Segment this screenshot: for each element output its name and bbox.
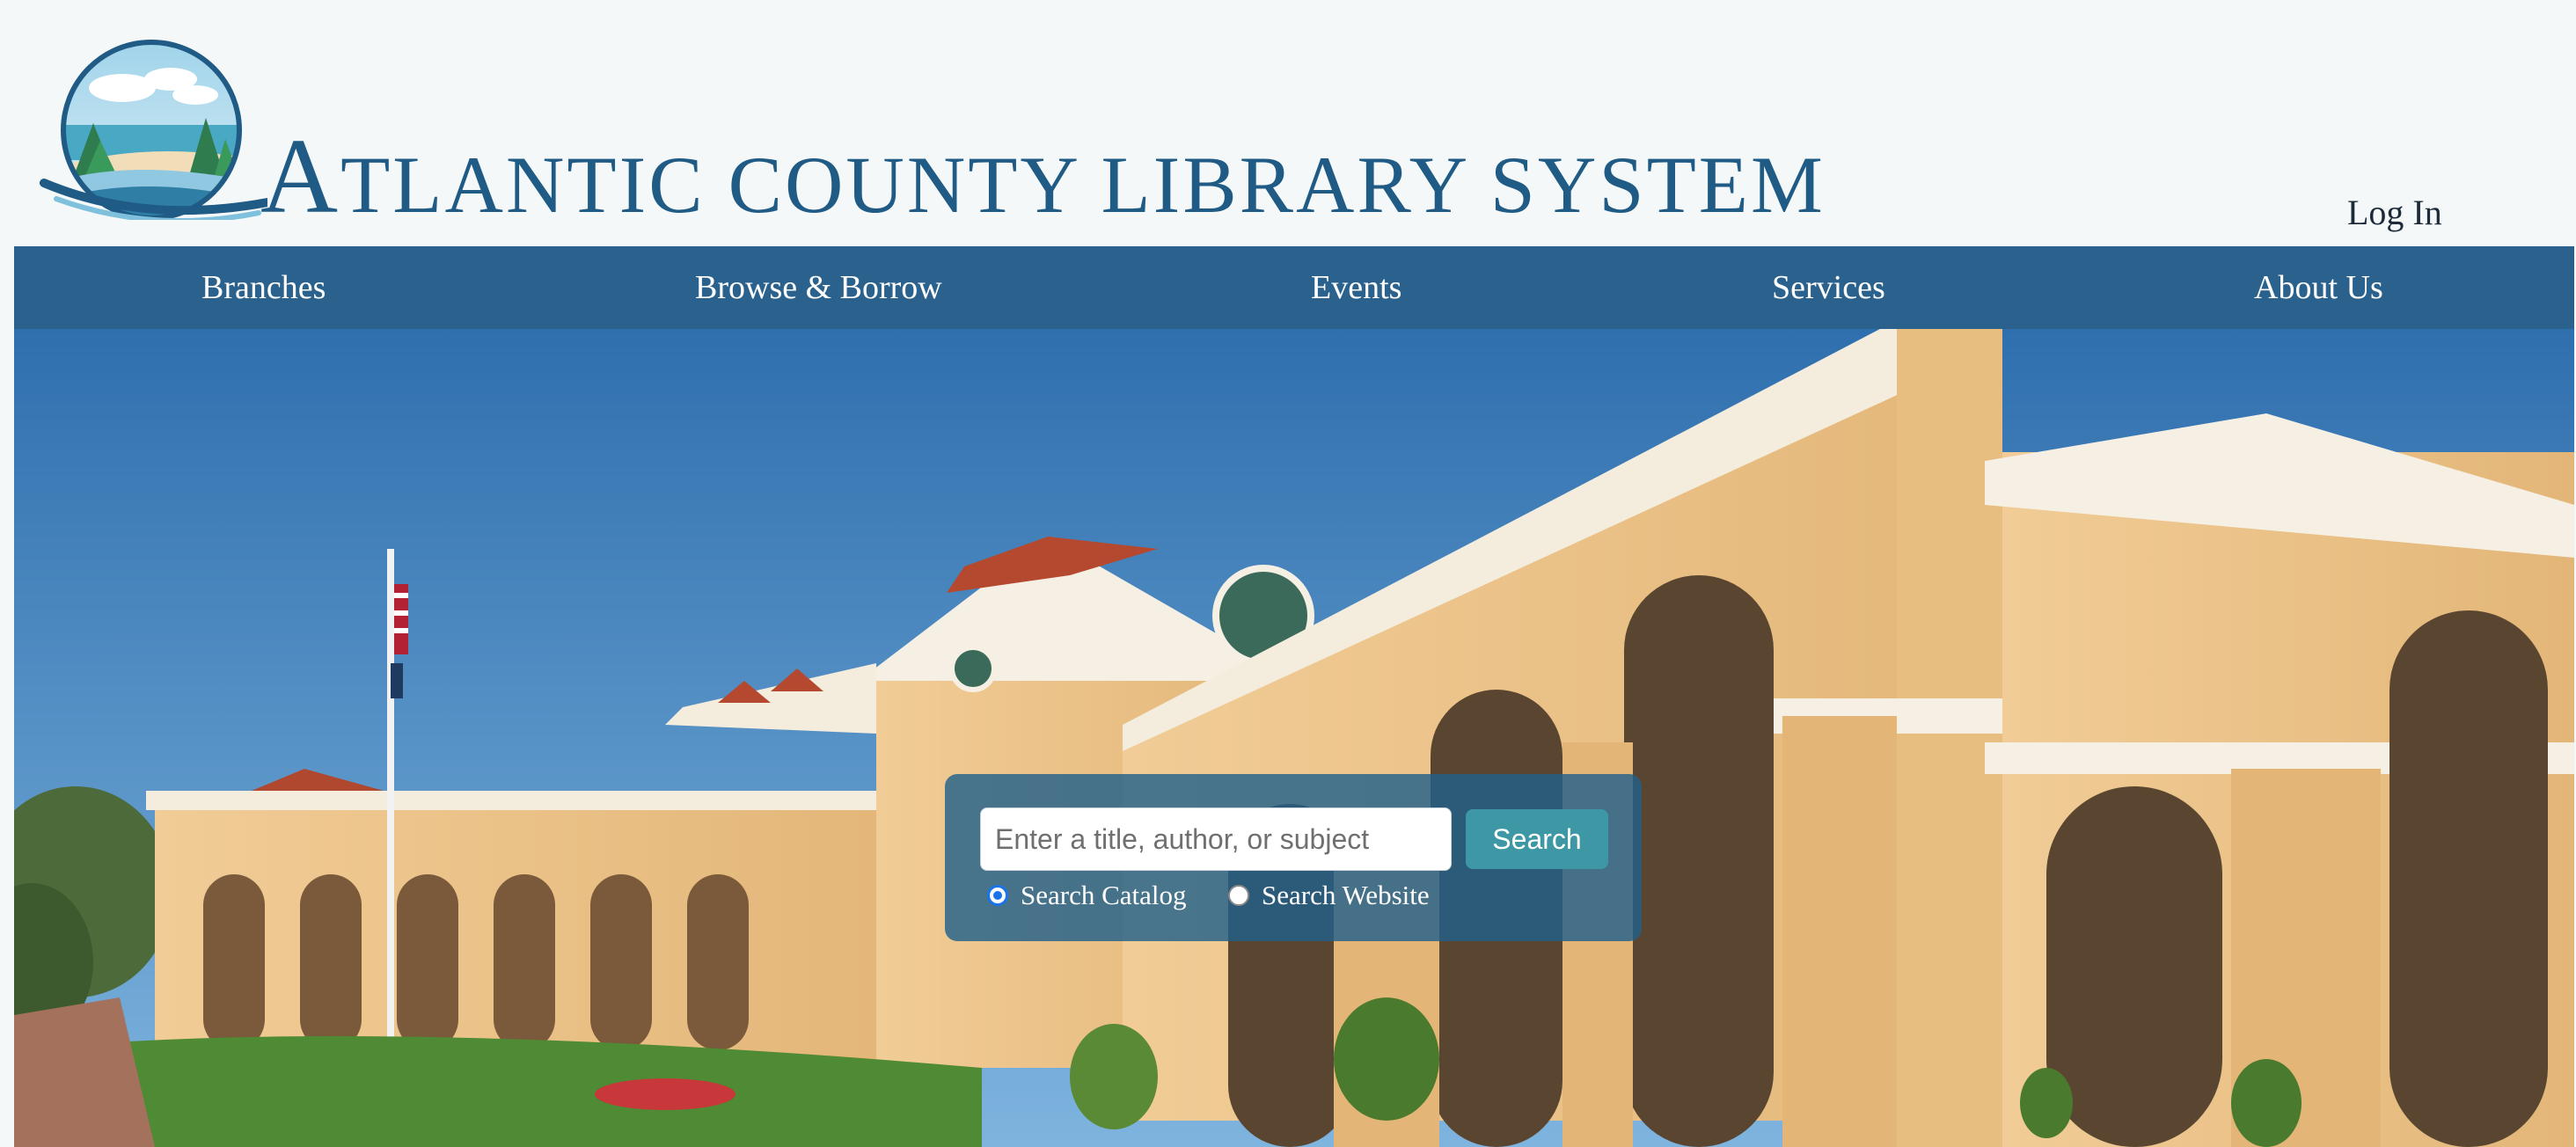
nav-item-about-us[interactable]: About Us xyxy=(2254,246,2383,329)
library-name-logo[interactable]: ATLANTIC COUNTY LIBRARY SYSTEM xyxy=(260,123,1826,230)
logo-text-rest: TLANTIC COUNTY LIBRARY SYSTEM xyxy=(340,140,1826,230)
library-building-photo xyxy=(14,329,2574,1147)
nav-item-browse-borrow[interactable]: Browse & Borrow xyxy=(695,246,942,329)
nav-item-services[interactable]: Services xyxy=(1772,246,1885,329)
search-input[interactable] xyxy=(980,807,1452,871)
nav-item-events[interactable]: Events xyxy=(1311,246,1401,329)
search-button[interactable]: Search xyxy=(1466,809,1608,869)
search-website-label: Search Website xyxy=(1262,880,1430,910)
search-catalog-radio[interactable] xyxy=(987,885,1008,906)
login-link[interactable]: Log In xyxy=(2347,192,2442,233)
catalog-search-panel: Search Search Catalog Search Website xyxy=(945,774,1642,941)
search-website-radio[interactable] xyxy=(1228,885,1249,906)
search-catalog-option[interactable]: Search Catalog xyxy=(987,876,1187,915)
nav-item-branches[interactable]: Branches xyxy=(201,246,326,329)
main-nav: Branches Browse & Borrow Events Services… xyxy=(14,246,2574,329)
site-header: ATLANTIC COUNTY LIBRARY SYSTEM Log In xyxy=(0,0,2576,246)
library-logo-icon[interactable] xyxy=(39,26,267,220)
search-website-option[interactable]: Search Website xyxy=(1228,876,1430,915)
hero-image-library-building xyxy=(14,329,2574,1147)
search-catalog-label: Search Catalog xyxy=(1021,880,1187,910)
logo-initial: A xyxy=(260,117,341,236)
